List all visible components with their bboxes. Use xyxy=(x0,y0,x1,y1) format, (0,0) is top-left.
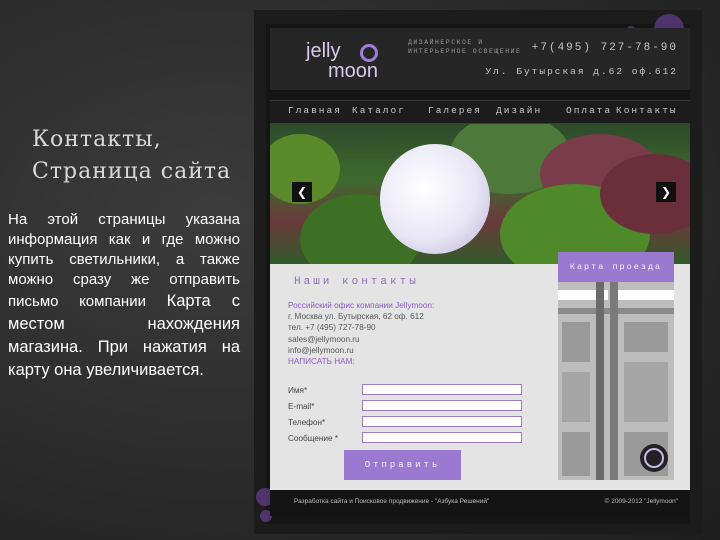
slide-title-line1: Контакты, xyxy=(32,127,162,152)
slide-description: На этой страницы указана информация как … xyxy=(8,210,240,382)
nav-item-design[interactable]: Дизайн xyxy=(496,105,542,116)
map-graphic xyxy=(558,282,674,480)
header-tagline: ДИЗАЙНЕРСКОЕ И ИНТЕРЬЕРНОЕ ОСВЕЩЕНИЕ xyxy=(408,39,522,55)
nav-item-home[interactable]: Главная xyxy=(288,105,342,116)
site-nav: Главная Каталог Галерея Дизайн Оплата Ко… xyxy=(270,100,690,124)
email-field[interactable] xyxy=(362,400,522,411)
slider-prev-button[interactable]: ❮ xyxy=(292,182,312,202)
contact-line-phone: тел. +7 (495) 727-78-90 xyxy=(288,323,376,333)
location-map[interactable] xyxy=(558,282,674,480)
form-label-phone: Телефон* xyxy=(288,418,326,427)
slide-title-line2: Страница сайта xyxy=(32,159,232,184)
site-logo[interactable]: jelly moon xyxy=(284,36,394,82)
site-footer: Разработка сайта и Поисковое продвижение… xyxy=(270,490,690,516)
nav-item-catalog[interactable]: Каталог xyxy=(352,105,406,116)
contact-line-address: г. Москва ул. Бутырская, 62 оф. 612 xyxy=(288,312,424,322)
map-tab[interactable]: Карта проезда xyxy=(558,252,674,282)
footer-developer[interactable]: Разработка сайта и Поисковое продвижение… xyxy=(294,498,489,505)
header-phone: +7(495) 727-78-90 xyxy=(531,42,678,54)
contact-line-company: Российский офис компании Jellymoon: xyxy=(288,301,435,310)
form-label-name: Имя* xyxy=(288,386,308,395)
contacts-title: Наши контакты xyxy=(294,276,419,288)
logo-text-bottom: moon xyxy=(328,60,379,82)
hero-lamp-ball xyxy=(380,144,490,254)
contact-write-us: НАПИСАТЬ НАМ: xyxy=(288,357,355,367)
contact-line-email-info[interactable]: info@jellymoon.ru xyxy=(288,345,528,356)
contact-info: Российский офис компании Jellymoon: г. М… xyxy=(288,300,528,367)
submit-button[interactable]: Отправить xyxy=(344,450,461,480)
footer-copyright: © 2009-2012 "Jellymoon" xyxy=(604,498,678,505)
site-header: jelly moon ДИЗАЙНЕРСКОЕ И ИНТЕРЬЕРНОЕ ОС… xyxy=(270,28,690,90)
contact-line-email-sales[interactable]: sales@jellymoon.ru xyxy=(288,334,528,345)
phone-field[interactable] xyxy=(362,416,522,427)
form-label-message: Сообщение * xyxy=(288,434,339,443)
message-field[interactable] xyxy=(362,432,522,443)
nav-item-contacts[interactable]: Контакты xyxy=(616,105,678,116)
header-address: Ул. Бутырская д.62 оф.612 xyxy=(485,66,678,77)
name-field[interactable] xyxy=(362,384,522,395)
contacts-section: Наши контакты Российский офис компании J… xyxy=(270,252,690,490)
slide-title: Контакты, Страница сайта xyxy=(32,124,252,188)
form-label-email: E-mail* xyxy=(288,402,315,411)
nav-item-gallery[interactable]: Галерея xyxy=(428,105,482,116)
nav-item-payment[interactable]: Оплата xyxy=(566,105,612,116)
website-screenshot: jelly moon ДИЗАЙНЕРСКОЕ И ИНТЕРЬЕРНОЕ ОС… xyxy=(254,10,702,534)
hero-slider: ❮ ❯ xyxy=(270,124,690,264)
slider-next-button[interactable]: ❯ xyxy=(656,182,676,202)
